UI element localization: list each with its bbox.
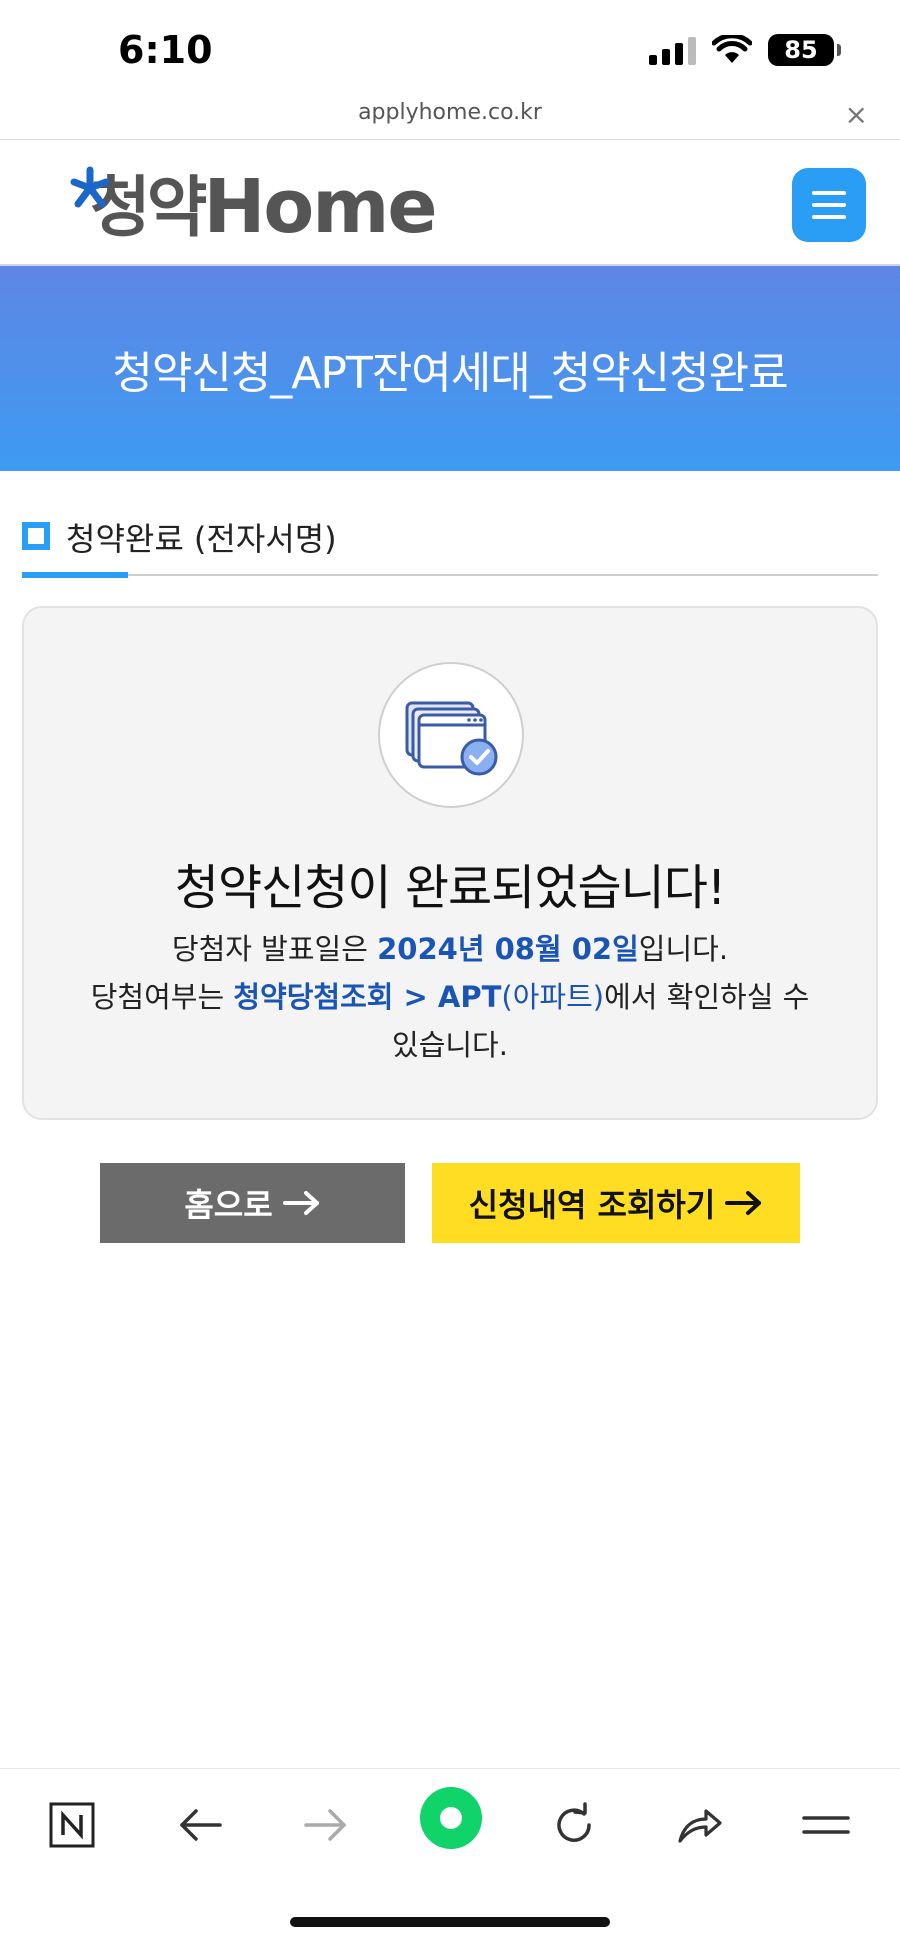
close-icon[interactable]: × bbox=[845, 98, 868, 131]
battery-icon: 85 bbox=[768, 34, 841, 66]
hamburger-icon bbox=[812, 191, 846, 195]
line1-suffix: 입니다. bbox=[638, 932, 729, 966]
result-lookup-link-sub[interactable]: (아파트) bbox=[501, 980, 604, 1014]
line2-prefix: 당첨여부는 bbox=[90, 980, 234, 1014]
share-icon[interactable] bbox=[670, 1795, 730, 1855]
status-bar: 6:10 85 bbox=[0, 0, 900, 100]
completion-card: 청약신청이 완료되었습니다! 당첨자 발표일은 2024년 08월 02일입니다… bbox=[22, 606, 878, 1120]
document-check-icon bbox=[378, 662, 524, 808]
url-text[interactable]: applyhome.co.kr bbox=[0, 100, 900, 125]
forward-arrow-icon[interactable] bbox=[296, 1795, 356, 1855]
status-icons: 85 bbox=[649, 34, 841, 66]
signal-icon bbox=[649, 35, 696, 65]
back-arrow-icon[interactable] bbox=[170, 1795, 230, 1855]
battery-level: 85 bbox=[784, 36, 818, 64]
hamburger-menu-button[interactable] bbox=[792, 168, 866, 242]
page-banner: 청약신청_APT잔여세대_청약신청완료 bbox=[0, 266, 900, 471]
line2-suffix: 에서 확인하실 수 bbox=[604, 980, 810, 1014]
wifi-icon bbox=[712, 35, 752, 63]
status-time: 6:10 bbox=[118, 28, 213, 72]
check-result-text-cont: 있습니다. bbox=[392, 1028, 508, 1062]
result-lookup-link[interactable]: 청약당첨조회 > APT bbox=[233, 980, 501, 1014]
application-inquiry-button[interactable]: 신청내역 조회하기 bbox=[432, 1163, 800, 1243]
announcement-date-text: 당첨자 발표일은 2024년 08월 02일입니다. bbox=[24, 926, 876, 968]
announcement-date: 2024년 08월 02일 bbox=[377, 932, 639, 966]
naver-n-icon[interactable] bbox=[42, 1795, 102, 1855]
green-dot-icon[interactable] bbox=[420, 1787, 482, 1849]
site-logo[interactable]: 청약 Home bbox=[70, 160, 438, 250]
arrow-right-icon bbox=[725, 1191, 762, 1215]
square-bullet-icon bbox=[22, 522, 50, 550]
hamburger-line bbox=[812, 215, 846, 219]
browser-toolbar bbox=[0, 1768, 900, 1878]
site-header: 청약 Home bbox=[0, 140, 900, 266]
menu-lines-icon[interactable] bbox=[796, 1795, 856, 1855]
reload-icon[interactable] bbox=[544, 1795, 604, 1855]
section-title: 청약완료 (전자서명) bbox=[66, 520, 337, 558]
check-result-text: 당첨여부는 청약당첨조회 > APT(아파트)에서 확인하실 수 bbox=[24, 974, 876, 1016]
line1-prefix: 당첨자 발표일은 bbox=[171, 932, 378, 966]
logo-star-icon bbox=[70, 166, 110, 208]
inquiry-button-label: 신청내역 조회하기 bbox=[468, 1186, 716, 1224]
hamburger-line bbox=[812, 203, 846, 207]
home-indicator bbox=[290, 1917, 610, 1927]
home-button-label: 홈으로 bbox=[184, 1186, 273, 1224]
home-button[interactable]: 홈으로 bbox=[100, 1163, 405, 1243]
section-underline bbox=[22, 572, 128, 578]
logo-text-en: Home bbox=[203, 164, 437, 250]
url-bar[interactable]: applyhome.co.kr × bbox=[0, 98, 900, 140]
completion-title: 청약신청이 완료되었습니다! bbox=[174, 860, 726, 916]
arrow-right-icon bbox=[282, 1191, 319, 1215]
page-title: 청약신청_APT잔여세대_청약신청완료 bbox=[112, 347, 788, 399]
section-header: 청약완료 (전자서명) bbox=[22, 510, 878, 578]
